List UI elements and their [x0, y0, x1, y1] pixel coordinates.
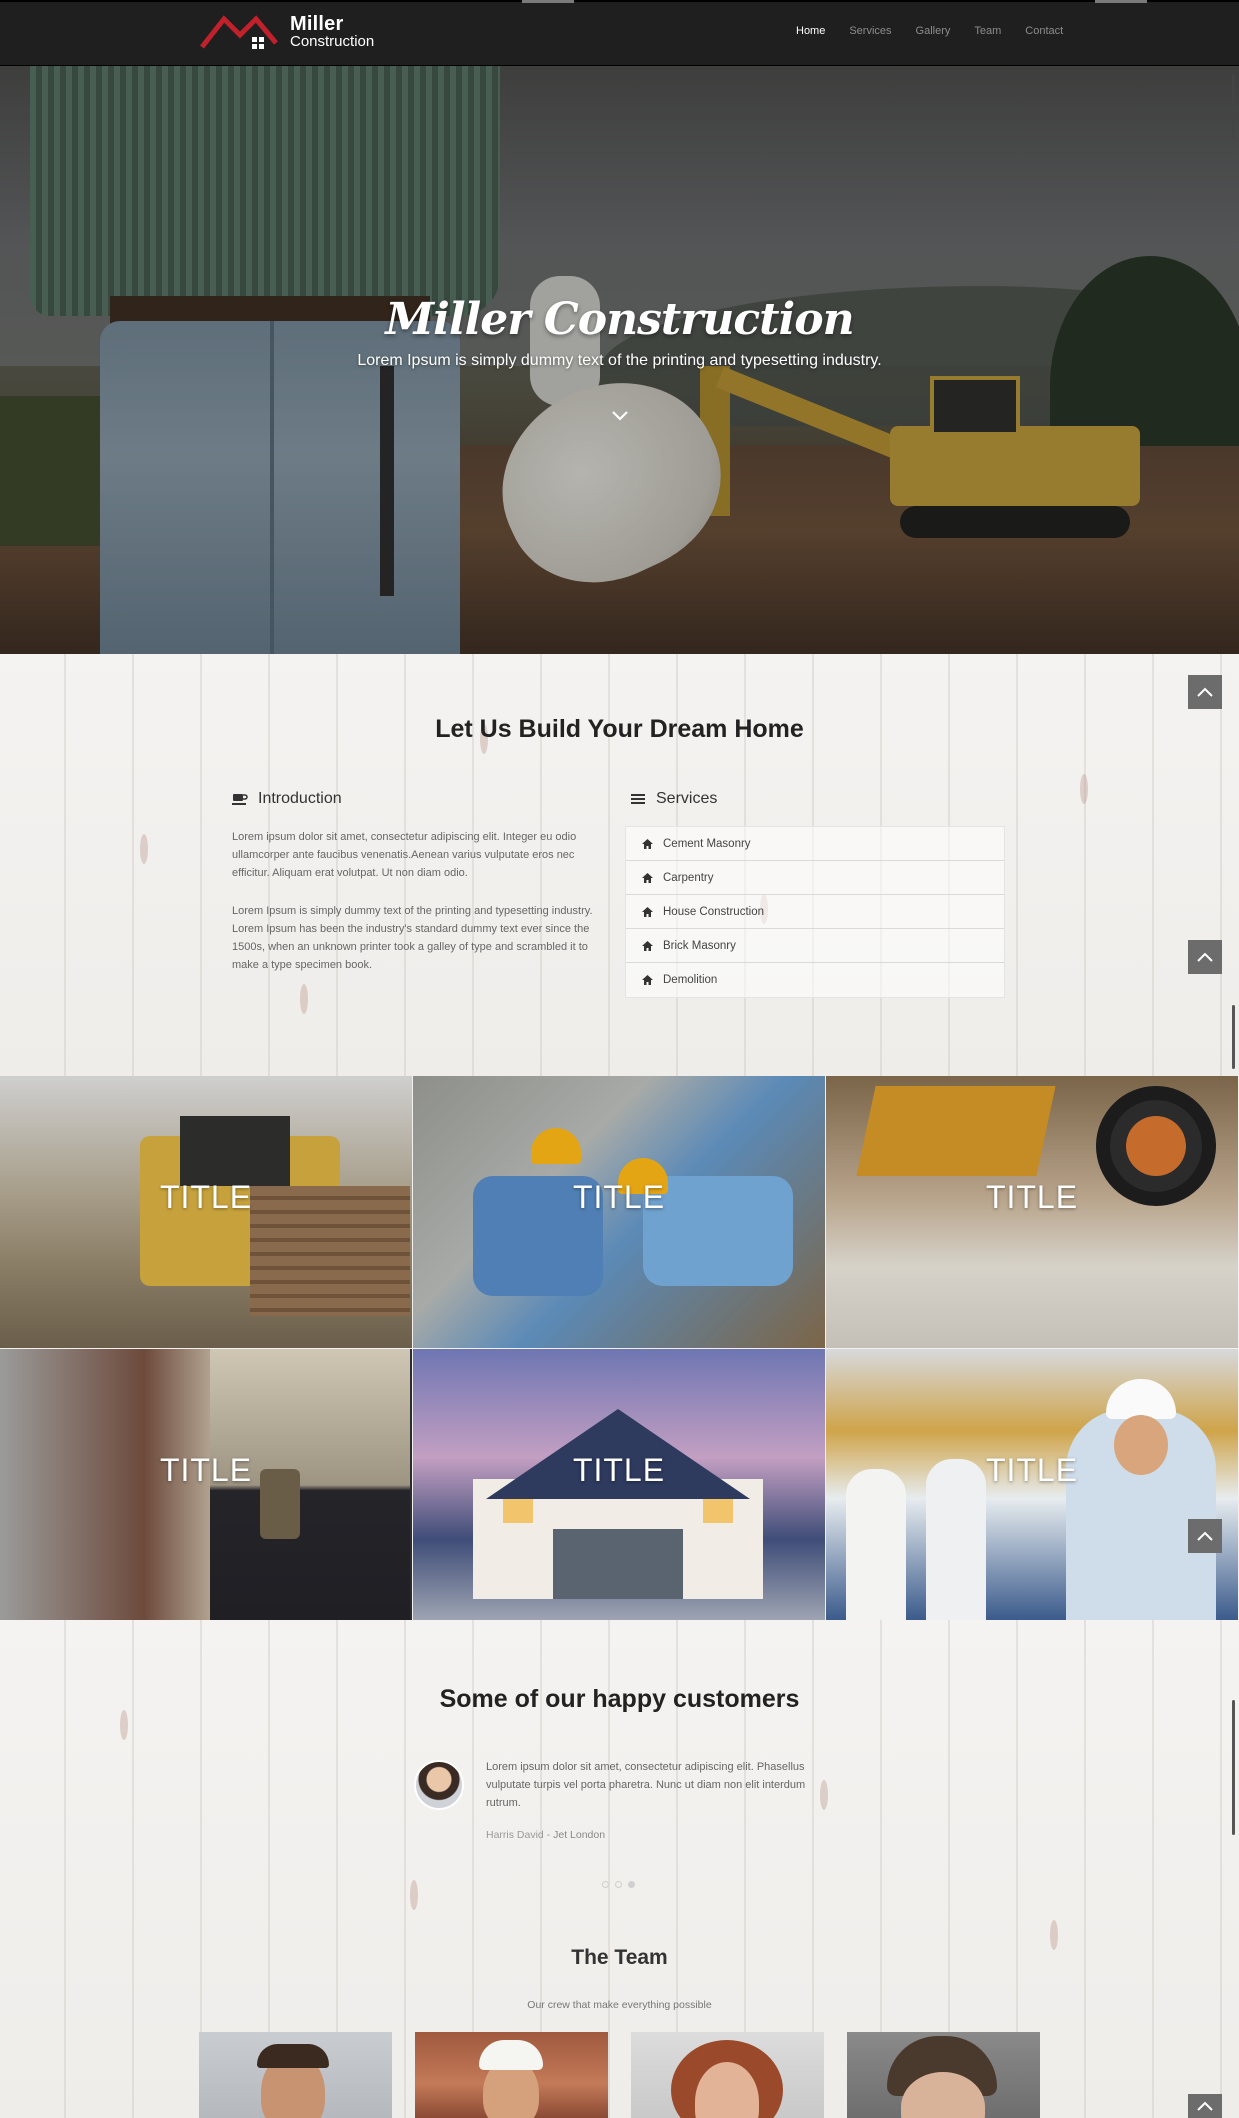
- author-location: Jet London: [553, 1829, 606, 1841]
- top-navbar: Miller Construction Home Services Galler…: [0, 0, 1239, 66]
- carousel-dots: [602, 1881, 635, 1888]
- service-item[interactable]: House Construction: [626, 895, 1004, 929]
- home-icon: [642, 940, 653, 951]
- main-nav: Home Services Gallery Team Contact: [796, 25, 1087, 37]
- service-label: House Construction: [663, 905, 764, 918]
- introduction-paragraph: Lorem Ipsum is simply dummy text of the …: [232, 905, 593, 971]
- team-member-photo[interactable]: [631, 2032, 824, 2118]
- chevron-up-icon: [1197, 1531, 1213, 1541]
- back-to-top-button[interactable]: [1188, 1519, 1222, 1553]
- gallery-tile-title: TITLE: [572, 1451, 666, 1488]
- hero-subtitle: Lorem Ipsum is simply dummy text of the …: [357, 352, 882, 369]
- nav-team[interactable]: Team: [974, 25, 1001, 37]
- gallery-grid: TITLE TITLE TITLE TITLE TITLE TITLE: [0, 1076, 1239, 1621]
- gallery-tile[interactable]: TITLE: [826, 1076, 1238, 1348]
- service-item[interactable]: Carpentry: [626, 861, 1004, 895]
- gallery-tile-title: TITLE: [985, 1451, 1079, 1488]
- team-member-photo[interactable]: [847, 2032, 1040, 2118]
- top-accent-mark: [522, 0, 574, 3]
- nav-home[interactable]: Home: [796, 25, 825, 37]
- site-logo[interactable]: Miller Construction: [200, 13, 374, 53]
- chevron-down-icon[interactable]: [608, 408, 632, 424]
- gallery-tile[interactable]: TITLE: [0, 1349, 412, 1621]
- list-icon: [631, 794, 645, 804]
- nav-gallery[interactable]: Gallery: [916, 25, 951, 37]
- service-label: Carpentry: [663, 871, 714, 884]
- back-to-top-button[interactable]: [1188, 675, 1222, 709]
- hero-section: Miller Construction Lorem Ipsum is simpl…: [0, 66, 1239, 654]
- customer-avatar: [414, 1760, 464, 1810]
- home-icon: [642, 838, 653, 849]
- back-to-top-button[interactable]: [1188, 2094, 1222, 2118]
- about-title: Let Us Build Your Dream Home: [435, 715, 804, 743]
- logo-text-sub: Construction: [290, 33, 375, 50]
- back-to-top-button[interactable]: [1188, 940, 1222, 974]
- carousel-dot[interactable]: [615, 1881, 622, 1888]
- service-label: Cement Masonry: [663, 837, 751, 850]
- introduction-paragraph: Lorem ipsum dolor sit amet, consectetur …: [232, 831, 577, 879]
- service-item[interactable]: Demolition: [626, 963, 1004, 997]
- hero-title: Miller Construction: [385, 294, 854, 345]
- top-accent-line: [0, 0, 1239, 2]
- home-icon: [642, 975, 653, 985]
- home-icon: [642, 872, 653, 883]
- introduction-label: Introduction: [258, 790, 342, 807]
- nav-contact[interactable]: Contact: [1025, 25, 1063, 37]
- testimonials-title: Some of our happy customers: [439, 1685, 800, 1713]
- service-item[interactable]: Cement Masonry: [626, 827, 1004, 861]
- gallery-tile[interactable]: TITLE: [413, 1349, 825, 1621]
- coffee-cup-icon: [232, 794, 248, 805]
- gallery-tile-title: TITLE: [159, 1178, 253, 1215]
- carousel-dot-active[interactable]: [628, 1881, 635, 1888]
- service-item[interactable]: Brick Masonry: [626, 929, 1004, 963]
- team-title: The Team: [571, 1946, 668, 1969]
- top-accent-mark: [1095, 0, 1147, 3]
- house-roof-logo-icon: [200, 15, 278, 49]
- author-name: Harris David: [486, 1829, 544, 1841]
- testimonial-quote: Lorem ipsum dolor sit amet, consectetur …: [486, 1761, 806, 1809]
- chevron-up-icon: [1197, 2101, 1213, 2111]
- services-label: Services: [656, 790, 718, 807]
- page-scrollbar[interactable]: [1232, 1700, 1235, 1835]
- gallery-tile-title: TITLE: [159, 1451, 253, 1488]
- services-heading: Services: [630, 790, 717, 808]
- chevron-up-icon: [1197, 952, 1213, 962]
- services-list: Cement Masonry Carpentry House Construct…: [625, 826, 1005, 998]
- page-scrollbar[interactable]: [1232, 74, 1235, 138]
- nav-services[interactable]: Services: [849, 25, 891, 37]
- gallery-tile[interactable]: TITLE: [826, 1349, 1238, 1621]
- service-label: Brick Masonry: [663, 939, 736, 952]
- chevron-up-icon: [1197, 687, 1213, 697]
- carousel-dot[interactable]: [602, 1881, 609, 1888]
- page-scrollbar[interactable]: [1232, 1005, 1235, 1069]
- team-member-photo[interactable]: [199, 2032, 392, 2118]
- team-member-photo[interactable]: [415, 2032, 608, 2118]
- gallery-tile[interactable]: TITLE: [0, 1076, 412, 1348]
- gallery-tile-title: TITLE: [985, 1178, 1079, 1215]
- gallery-tile-title: TITLE: [572, 1178, 666, 1215]
- testimonial-author: Harris David - Jet London: [486, 1829, 606, 1841]
- home-icon: [642, 906, 653, 917]
- team-subtitle: Our crew that make everything possible: [527, 1999, 712, 2011]
- gallery-tile[interactable]: TITLE: [413, 1076, 825, 1348]
- introduction-heading: Introduction: [232, 790, 342, 808]
- service-label: Demolition: [663, 974, 718, 986]
